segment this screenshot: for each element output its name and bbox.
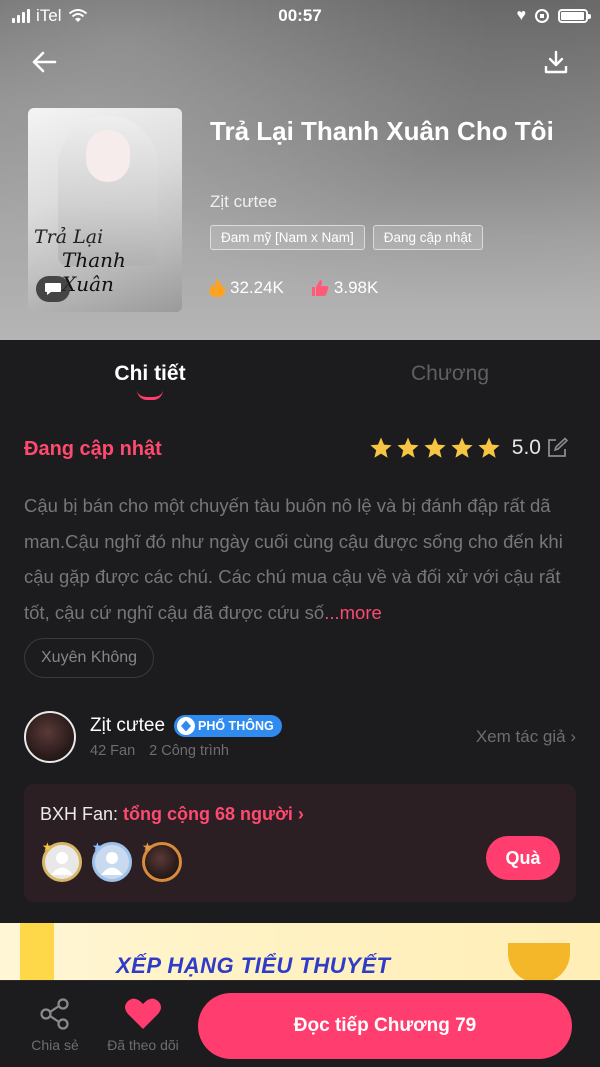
avatar[interactable] [24, 711, 76, 763]
download-icon [544, 50, 568, 74]
more-link[interactable]: ...more [324, 602, 382, 623]
member-badge: PHỔ THÔNG [174, 715, 282, 737]
fan-avatar[interactable]: ★ [92, 840, 132, 882]
fan-avatars: ★ ★ ★ [42, 840, 182, 882]
share-label: Chia sẻ [31, 1037, 79, 1053]
book-cover[interactable]: Trả Lại Thanh Xuân [28, 108, 182, 312]
follow-button[interactable]: Đã theo dõi [98, 995, 188, 1053]
clock: 00:57 [278, 6, 322, 25]
author-meta: 42 Fan 2 Công trình [90, 743, 229, 759]
signal-icon [12, 9, 30, 23]
star-icon [451, 437, 473, 458]
cover-title-line2: Thanh Xuân [62, 248, 126, 296]
back-button[interactable] [26, 44, 62, 80]
book-title: Trả Lại Thanh Xuân Cho Tôi [210, 116, 554, 146]
author-works: 2 Công trình [149, 743, 229, 759]
download-button[interactable] [538, 44, 574, 80]
comment-icon[interactable] [36, 276, 70, 302]
likes-count: 3.98K [333, 278, 379, 297]
heart-status-icon: ♥ [516, 7, 527, 24]
member-badge-label: PHỔ THÔNG [198, 719, 274, 733]
arrow-left-icon [32, 51, 57, 73]
trophy-icon [508, 943, 570, 980]
views-count: 32.24K [230, 278, 284, 297]
star-icon [424, 437, 446, 458]
battery-icon [558, 9, 591, 23]
tab-details[interactable]: Chi tiết [0, 340, 300, 408]
fan-avatar[interactable]: ★ [42, 840, 82, 882]
fan-ranking-label[interactable]: BXH Fan: tổng cộng 68 người › [40, 804, 304, 825]
thumbs-up-icon [311, 280, 329, 296]
genre-chip[interactable]: Xuyên Không [24, 638, 155, 678]
gift-button[interactable]: Quà [486, 836, 560, 880]
crown-icon: ★ [92, 840, 103, 854]
fan-ranking[interactable]: BXH Fan: tổng cộng 68 người › ★ ★ ★ Quà [24, 784, 576, 902]
view-author-link[interactable]: Xem tác giả › [476, 727, 576, 747]
fan-avatar[interactable]: ★ [142, 840, 182, 882]
author-name: Zịt cưtee [90, 715, 166, 736]
book-stats: 32.24K 3.98K [208, 278, 378, 298]
book-header: iTel 00:57 ♥ Trả Lại Thanh Xuân Trả Lại … [0, 0, 600, 340]
carrier-name: iTel [36, 6, 62, 25]
fire-icon [209, 279, 226, 297]
share-icon [40, 998, 69, 1030]
rating[interactable]: 5.0 [369, 436, 568, 460]
follow-label: Đã theo dõi [107, 1037, 179, 1053]
book-tags: Đam mỹ [Nam x Nam] Đang cập nhật [210, 225, 483, 250]
orientation-lock-icon [535, 9, 549, 23]
star-icon [370, 437, 392, 458]
cover-title-line1: Trả Lại [34, 226, 104, 248]
ranking-banner[interactable]: XẾP HẠNG TIỂU THUYẾT [0, 923, 600, 980]
diamond-icon [177, 717, 195, 735]
fan-ranking-title: BXH Fan: [40, 804, 119, 824]
tab-chapters-label: Chương [410, 362, 490, 385]
status-bar: iTel 00:57 ♥ [0, 0, 600, 32]
share-button[interactable]: Chia sẻ [10, 995, 100, 1053]
edit-icon[interactable] [546, 437, 568, 459]
tag-category[interactable]: Đam mỹ [Nam x Nam] [210, 225, 365, 250]
tag-status[interactable]: Đang cập nhật [372, 225, 483, 250]
book-author[interactable]: Zịt cưtee [210, 192, 277, 212]
detail-tabs: Chi tiết Chương [0, 340, 600, 408]
tab-chapters[interactable]: Chương [300, 340, 600, 408]
star-icon [478, 437, 500, 458]
author-fans: 42 Fan [90, 743, 136, 759]
bottom-bar: Chia sẻ Đã theo dõi Đọc tiếp Chương 79 [0, 980, 600, 1067]
description-text: Cậu bị bán cho một chuyến tàu buôn nô lệ… [24, 495, 563, 623]
crown-icon: ★ [42, 840, 53, 854]
rating-value: 5.0 [511, 436, 541, 459]
heart-icon [125, 998, 161, 1029]
banner-text: XẾP HẠNG TIỂU THUYẾT [116, 953, 391, 978]
continue-reading-button[interactable]: Đọc tiếp Chương 79 [198, 993, 572, 1059]
tab-details-label: Chi tiết [114, 362, 186, 385]
star-icon [397, 437, 419, 458]
crown-icon: ★ [142, 840, 153, 854]
book-description: Cậu bị bán cho một chuyến tàu buôn nô lệ… [24, 488, 576, 630]
wifi-icon [68, 9, 87, 22]
author-card[interactable]: Zịt cưtee PHỔ THÔNG 42 Fan 2 Công trình X… [24, 711, 576, 765]
fan-ranking-total: tổng cộng 68 người › [123, 804, 304, 824]
active-tab-indicator [137, 390, 163, 400]
